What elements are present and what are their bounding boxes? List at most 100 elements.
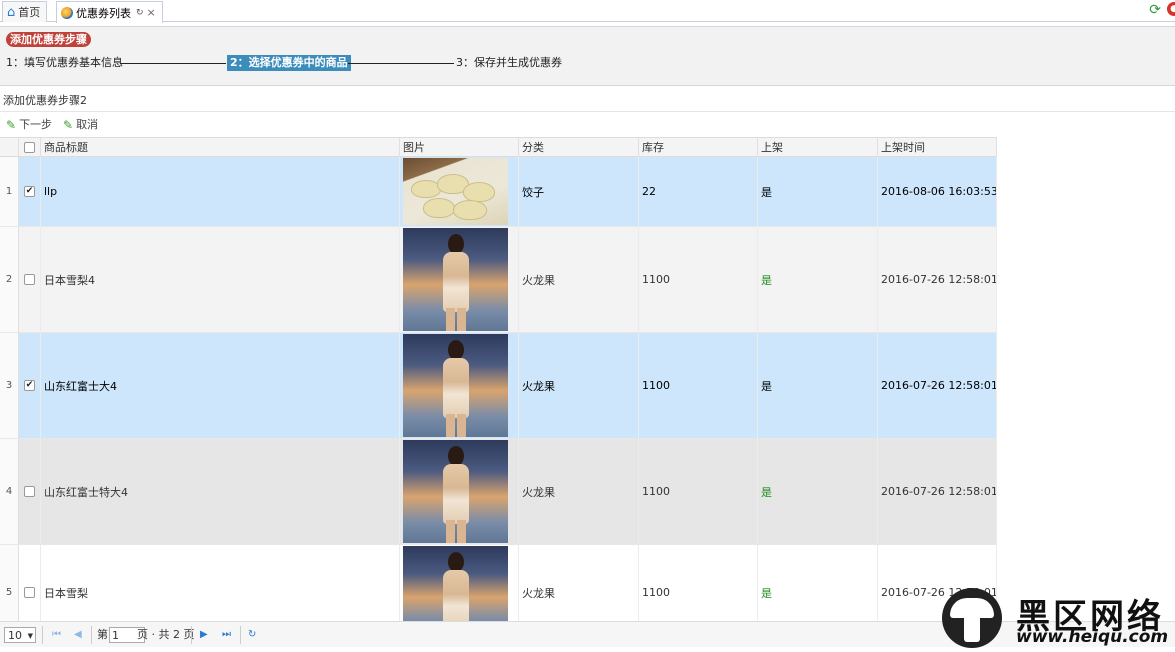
close-all-icon[interactable]: ● xyxy=(1167,2,1175,16)
cell-category: 火龙果 xyxy=(519,439,639,544)
tab-tools: ⟳ ● xyxy=(1149,2,1175,18)
step-3: 3：保存并生成优惠券 xyxy=(456,56,562,69)
row-checkbox[interactable] xyxy=(24,486,35,497)
reload-icon[interactable]: ↻ xyxy=(248,627,256,643)
step-connector xyxy=(120,63,226,64)
cell-image xyxy=(400,227,519,332)
cell-title: 日本雪梨4 xyxy=(41,227,400,332)
pager-divider xyxy=(240,626,241,644)
next-page-icon[interactable]: ▶ xyxy=(200,627,208,643)
row-number: 2 xyxy=(0,227,19,332)
cell-on-shelf: 是 xyxy=(758,227,878,332)
dumpling-image xyxy=(403,158,508,225)
grid-header: 商品标题 图片 分类 库存 上架 上架时间 xyxy=(0,137,997,157)
section-title: 添加优惠券步骤2 xyxy=(0,90,1175,112)
pencil-icon: ✎ xyxy=(6,118,17,132)
cancel-label: 取消 xyxy=(76,118,99,131)
prev-page-icon[interactable]: ◀ xyxy=(74,627,82,643)
cell-on-shelf: 是 xyxy=(758,157,878,226)
product-photo xyxy=(403,334,508,437)
cell-category: 火龙果 xyxy=(519,333,639,438)
table-row[interactable]: 4 山东红富士特大4 火龙果 1100 是 2016-07-26 12:58:0… xyxy=(0,439,997,545)
last-page-icon[interactable]: ⏭ xyxy=(222,627,231,643)
row-number: 3 xyxy=(0,333,19,438)
tab-close-icon[interactable]: × xyxy=(147,6,156,19)
table-row[interactable]: 3 ✔ 山东红富士大4 火龙果 1100 是 2016-07-26 12:58:… xyxy=(0,333,997,439)
row-select[interactable]: ✔ xyxy=(19,157,41,226)
header-on-shelf[interactable]: 上架 xyxy=(758,138,878,157)
cell-image xyxy=(400,157,519,226)
header-category[interactable]: 分类 xyxy=(519,138,639,157)
cell-stock: 1100 xyxy=(639,439,758,544)
row-select[interactable] xyxy=(19,227,41,332)
steps-badge: 添加优惠券步骤 xyxy=(6,32,91,47)
product-photo xyxy=(403,228,508,331)
step-1: 1：填写优惠券基本信息 xyxy=(6,56,123,69)
site-watermark: 黑区网络 www.heiqu.com xyxy=(942,585,1175,652)
header-title[interactable]: 商品标题 xyxy=(41,138,400,157)
header-shelf-time[interactable]: 上架时间 xyxy=(878,138,997,157)
home-icon: ⌂ xyxy=(7,4,16,20)
pager-divider xyxy=(191,626,192,644)
mushroom-logo-icon xyxy=(942,588,1002,648)
table-row[interactable]: 2 日本雪梨4 火龙果 1100 是 2016-07-26 12:58:01 xyxy=(0,227,997,333)
page-size-select[interactable]: 10 ▼ xyxy=(4,627,36,643)
page-total: 页 · 共 2 页 xyxy=(137,628,195,641)
tab-home-label: 首页 xyxy=(18,6,41,19)
chevron-down-icon: ▼ xyxy=(27,632,33,640)
watermark-url: www.heiqu.com xyxy=(1016,627,1169,647)
next-step-label: 下一步 xyxy=(19,118,53,131)
cell-shelf-time: 2016-07-26 12:58:01 xyxy=(878,439,997,544)
header-stock[interactable]: 库存 xyxy=(639,138,758,157)
select-all-checkbox[interactable] xyxy=(24,142,35,153)
row-checkbox-checked[interactable]: ✔ xyxy=(24,186,35,197)
header-image[interactable]: 图片 xyxy=(400,138,519,157)
pencil-icon: ✎ xyxy=(63,118,74,132)
pager-divider xyxy=(91,626,92,644)
cell-title: llp xyxy=(41,157,400,226)
refresh-icon[interactable]: ⟳ xyxy=(1149,2,1161,18)
page-label: 第 xyxy=(97,628,108,641)
first-page-icon[interactable]: ⏮ xyxy=(52,627,61,643)
row-checkbox[interactable] xyxy=(24,587,35,598)
row-number: 1 xyxy=(0,157,19,226)
row-select[interactable] xyxy=(19,439,41,544)
pager-divider xyxy=(42,626,43,644)
product-grid: 商品标题 图片 分类 库存 上架 上架时间 1 ✔ llp 饺子 22 是 20… xyxy=(0,137,997,641)
steps-panel: 添加优惠券步骤 1：填写优惠券基本信息 2：选择优惠券中的商品 3：保存并生成优… xyxy=(0,26,1175,86)
cell-category: 饺子 xyxy=(519,157,639,226)
cell-on-shelf: 是 xyxy=(758,439,878,544)
tab-coupon-list-label: 优惠券列表 xyxy=(76,6,131,20)
cell-stock: 22 xyxy=(639,157,758,226)
page-size-value: 10 xyxy=(8,629,22,642)
cell-shelf-time: 2016-07-26 12:58:01 xyxy=(878,227,997,332)
header-select-all[interactable] xyxy=(19,138,41,157)
tab-bar: ⌂ 首页 优惠券列表 ↻ × ⟳ ● xyxy=(0,0,1175,23)
cell-title: 山东红富士大4 xyxy=(41,333,400,438)
cell-on-shelf: 是 xyxy=(758,333,878,438)
step-connector xyxy=(348,63,454,64)
next-step-button[interactable]: ✎ 下一步 xyxy=(6,117,52,133)
tab-home[interactable]: ⌂ 首页 xyxy=(2,1,48,22)
header-rownum xyxy=(0,138,19,157)
cell-title: 山东红富士特大4 xyxy=(41,439,400,544)
step-progress: 1：填写优惠券基本信息 2：选择优惠券中的商品 3：保存并生成优惠券 xyxy=(0,55,700,71)
row-select[interactable]: ✔ xyxy=(19,333,41,438)
coupon-list-icon xyxy=(61,6,73,19)
cell-shelf-time: 2016-08-06 16:03:53 xyxy=(878,157,997,226)
tab-coupon-list[interactable]: 优惠券列表 ↻ × xyxy=(56,1,163,23)
cell-image xyxy=(400,333,519,438)
cell-image xyxy=(400,439,519,544)
row-checkbox-checked[interactable]: ✔ xyxy=(24,380,35,391)
row-number: 4 xyxy=(0,439,19,544)
cancel-button[interactable]: ✎ 取消 xyxy=(63,117,98,133)
table-row[interactable]: 1 ✔ llp 饺子 22 是 2016-08-06 16:03:53 xyxy=(0,157,997,227)
toolbar: ✎ 下一步 ✎ 取消 xyxy=(0,114,1175,136)
row-checkbox[interactable] xyxy=(24,274,35,285)
cell-stock: 1100 xyxy=(639,227,758,332)
product-photo xyxy=(403,440,508,543)
cell-shelf-time: 2016-07-26 12:58:01 xyxy=(878,333,997,438)
tab-refresh-icon[interactable]: ↻ xyxy=(136,8,144,18)
cell-stock: 1100 xyxy=(639,333,758,438)
cell-category: 火龙果 xyxy=(519,227,639,332)
